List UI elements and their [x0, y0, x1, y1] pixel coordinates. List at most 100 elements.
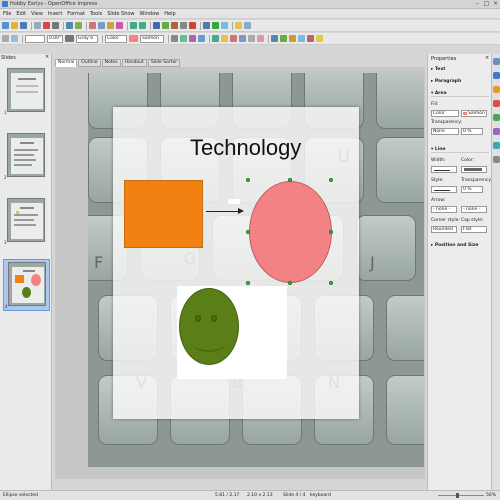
rotate-icon[interactable] [180, 35, 187, 42]
master-slides-icon[interactable] [493, 86, 500, 93]
autospell-icon[interactable] [75, 22, 82, 29]
spellcheck-icon[interactable] [66, 22, 73, 29]
navigator-icon[interactable] [212, 22, 219, 29]
image-icon[interactable] [162, 22, 169, 29]
open-icon[interactable] [11, 22, 18, 29]
section-line[interactable]: ▾ Line [431, 146, 489, 153]
slide-thumbnail-3[interactable]: 3 [3, 196, 50, 248]
line-style-select[interactable] [431, 186, 457, 193]
clone-format-icon[interactable] [116, 22, 123, 29]
cut-icon[interactable] [89, 22, 96, 29]
selection-handle[interactable] [246, 230, 250, 234]
slide-thumbnail-1[interactable]: 1 [3, 66, 50, 118]
area-icon[interactable] [11, 35, 18, 42]
menu-insert[interactable]: Insert [48, 11, 62, 17]
menu-icon[interactable] [493, 58, 500, 65]
selection-handle[interactable] [329, 281, 333, 285]
menu-slide-show[interactable]: Slide Show [107, 11, 134, 17]
line-width-field[interactable]: 0.00" [47, 34, 63, 43]
gallery-icon[interactable] [493, 142, 500, 149]
table-icon[interactable] [153, 22, 160, 29]
redo-icon[interactable] [139, 22, 146, 29]
section-text[interactable]: ▸ Text [431, 66, 489, 73]
block-arrows-icon[interactable] [289, 35, 296, 42]
undo-icon[interactable] [130, 22, 137, 29]
save-icon[interactable] [20, 22, 27, 29]
selection-handle[interactable] [288, 281, 292, 285]
tab-handout[interactable]: Handout [121, 59, 147, 67]
fontwork-icon[interactable] [189, 22, 196, 29]
tab-slide-sorter[interactable]: Slide Sorter [147, 59, 181, 67]
slide-thumbnail-2[interactable]: 2 [3, 131, 50, 183]
corner-style-select[interactable]: Rounded [431, 226, 457, 233]
movie-icon[interactable] [180, 22, 187, 29]
section-position-size[interactable]: ▸ Position and Size [431, 242, 489, 249]
print-icon[interactable] [52, 22, 59, 29]
transparency-field[interactable]: 0 % [461, 128, 483, 135]
fill-select[interactable]: Color [431, 110, 459, 117]
arrow-start-select[interactable]: - none - [431, 206, 457, 213]
maximize-icon[interactable]: □ [483, 1, 490, 7]
export-pdf-icon[interactable] [43, 22, 50, 29]
slide-transition-icon[interactable] [493, 114, 500, 121]
line-transparency-field[interactable]: 0 % [461, 186, 483, 193]
slide-title[interactable]: Technology [190, 135, 301, 161]
menu-edit[interactable]: Edit [16, 11, 26, 17]
arrange-icon[interactable] [198, 35, 205, 42]
paste-icon[interactable] [107, 22, 114, 29]
selection-handle[interactable] [246, 178, 250, 182]
selection-handle[interactable] [329, 230, 333, 234]
zoom-slider-thumb[interactable] [456, 493, 459, 498]
section-paragraph[interactable]: ▸ Paragraph [431, 78, 489, 85]
selection-handle[interactable] [246, 281, 250, 285]
callouts-icon[interactable] [307, 35, 314, 42]
animation-icon[interactable] [493, 100, 500, 107]
area-style-select[interactable]: Color [105, 34, 127, 43]
properties-icon[interactable] [493, 72, 500, 79]
align-icon[interactable] [189, 35, 196, 42]
slides-panel-close-icon[interactable]: × [45, 54, 49, 60]
tab-normal[interactable]: Normal [55, 59, 78, 67]
line-color-select[interactable]: Gray 6 [76, 34, 98, 43]
ungroup-icon[interactable] [239, 35, 246, 42]
connector-arrow[interactable] [206, 211, 242, 212]
tab-outline[interactable]: Outline [78, 59, 101, 67]
slideshow-icon[interactable] [235, 22, 242, 29]
menu-file[interactable]: File [3, 11, 11, 17]
arrow-end-select[interactable]: - none - [461, 206, 487, 213]
line-icon[interactable] [2, 35, 9, 42]
menu-format[interactable]: Format [67, 11, 85, 17]
salmon-ellipse-shape[interactable] [249, 181, 332, 283]
zoom-icon[interactable] [221, 22, 228, 29]
new-icon[interactable] [2, 22, 9, 29]
points-icon[interactable] [221, 35, 228, 42]
orange-rectangle-shape[interactable] [124, 180, 203, 248]
edit-file-icon[interactable] [34, 22, 41, 29]
close-icon[interactable]: × [492, 1, 499, 7]
menu-tools[interactable]: Tools [90, 11, 102, 17]
sidebar-close-icon[interactable]: × [485, 55, 489, 61]
menu-view[interactable]: View [31, 11, 43, 17]
minimize-icon[interactable]: – [474, 1, 481, 7]
flowchart-icon[interactable] [298, 35, 305, 42]
section-area[interactable]: ▾ Area [431, 90, 489, 97]
line-width-select[interactable] [431, 166, 457, 173]
slide-thumbnail-4[interactable]: 4 [3, 259, 50, 311]
fill-color-select[interactable]: Salmon [461, 110, 487, 117]
selection-handle[interactable] [288, 178, 292, 182]
selection-handle[interactable] [329, 178, 333, 182]
line-color-select[interactable] [461, 166, 487, 173]
help-icon[interactable] [244, 22, 251, 29]
tab-notes[interactable]: Notes [101, 59, 121, 67]
menu-help[interactable]: Help [164, 11, 175, 17]
group-icon[interactable] [230, 35, 237, 42]
shadow-icon[interactable] [171, 35, 178, 42]
menu-window[interactable]: Window [140, 11, 160, 17]
position-size-icon[interactable] [212, 35, 219, 42]
basic-shapes-icon[interactable] [271, 35, 278, 42]
smiley-face-shape[interactable] [179, 288, 239, 365]
flip-icon[interactable] [248, 35, 255, 42]
copy-icon[interactable] [98, 22, 105, 29]
line-style-select[interactable] [25, 34, 45, 43]
area-color-select[interactable]: Salmon [140, 34, 164, 43]
